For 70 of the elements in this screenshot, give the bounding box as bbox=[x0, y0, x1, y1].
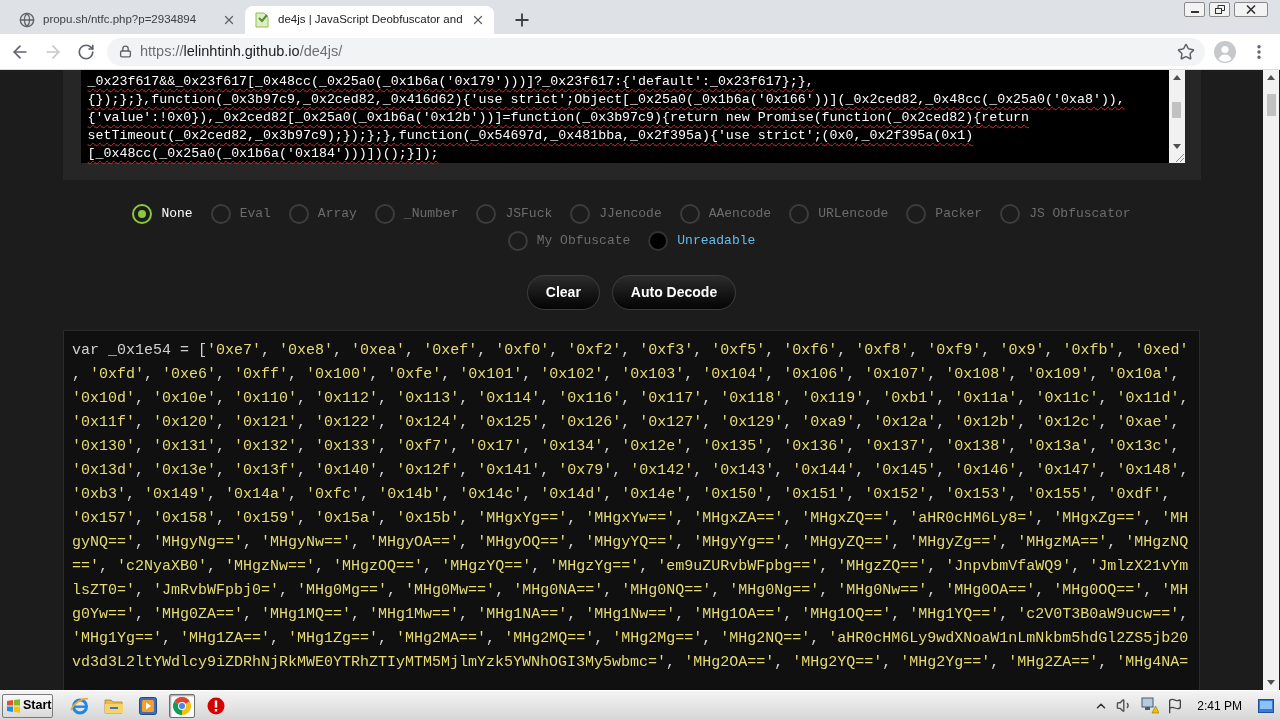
code-line: '0x10d', '0x10e', '0x110', '0x112', '0x113', '0x114', '0x116', '0x117', '0x118', '0x119', '0xb1', '0x11a', '0x11c', '0x11d', bbox=[72, 389, 1189, 409]
minimize-button[interactable] bbox=[1184, 2, 1205, 17]
code-line: '0x157', '0x158', '0x159', '0x15a', '0x15b', 'MHgxYg==', 'MHgxYw==', 'MHgxZA==', 'MHgxZQ==', 'aHR0cHM6Ly8=', 'MHgxZg==', 'MH bbox=[72, 509, 1189, 529]
address-bar[interactable]: https://lelinhtinh.github.io/de4js/ bbox=[107, 37, 1205, 66]
start-logo-icon bbox=[6, 698, 21, 713]
scroll-up-icon[interactable] bbox=[1267, 75, 1275, 80]
play-tile-icon bbox=[139, 696, 157, 715]
folder-icon bbox=[104, 696, 124, 715]
monitor-warning-icon[interactable] bbox=[1141, 697, 1160, 714]
taskbar-app-button[interactable] bbox=[169, 693, 195, 718]
scrollbar[interactable] bbox=[1263, 70, 1279, 690]
close-icon bbox=[1246, 5, 1256, 14]
clear-button[interactable]: Clear bbox=[526, 275, 600, 310]
restore-button[interactable] bbox=[1209, 2, 1230, 17]
url-text: https://lelinhtinh.github.io/de4js/ bbox=[140, 41, 343, 61]
code-line: lsZT0=', 'JmRvbWFpbj0=', 'MHg0Mg==', 'MHg0Mw==', 'MHg0NA==', 'MHg0NQ==', 'MHg0Ng==', 'MHg0Nw==', 'MHg0OA==', 'MHg0OQ==', 'MH bbox=[72, 581, 1189, 601]
close-tab-icon[interactable] bbox=[222, 13, 236, 27]
radio-option[interactable]: JS Obfuscator bbox=[1000, 204, 1131, 224]
radio-option[interactable]: JJencode bbox=[570, 204, 662, 224]
radio-option[interactable]: AAencode bbox=[679, 204, 772, 224]
close-button[interactable] bbox=[1234, 2, 1268, 17]
reload-icon[interactable] bbox=[77, 42, 95, 61]
scroll-thumb[interactable] bbox=[1172, 102, 1181, 118]
code-line: '0x13d', '0x13e', '0x13f', '0x140', '0x12f', '0x141', '0x79', '0x142', '0x143', '0x144', '0x145', '0x146', '0x147', '0x148', bbox=[72, 461, 1189, 481]
radio-option[interactable]: URLencode bbox=[789, 204, 889, 224]
e-logo-icon bbox=[70, 695, 90, 716]
radio-option[interactable]: Packer bbox=[906, 204, 983, 224]
bookmark-star-icon[interactable] bbox=[1177, 42, 1195, 61]
code-line: var _0x1e54 = ['0xe7', '0xe8', '0xea', '0xef', '0xf0', '0xf2', '0xf3', '0xf5', '0xf6', '0xf8', '0xf9', '0x9', '0xfb', '0xed' bbox=[72, 341, 1189, 361]
browser-tab[interactable]: de4js | JavaScript Deobfuscator and bbox=[245, 6, 494, 34]
clock-text: 2:41 PM bbox=[1197, 697, 1242, 715]
radio-option[interactable]: Eval bbox=[210, 204, 271, 224]
start-button[interactable]: Start bbox=[2, 693, 53, 718]
code-line: [_0x48cc(_0x25a0(_0x1b6a('0x184')))])();}]); bbox=[87, 145, 439, 163]
exclamation-circle-icon bbox=[207, 696, 225, 715]
code-line: gyNQ==', 'MHgyNg==', 'MHgyNw==', 'MHgyOA==', 'MHgyOQ==', 'MHgyYQ==', 'MHgyYg==', 'MHgyZQ==', 'MHgyZg==', 'MHgzMA==', 'MHgzNQ bbox=[72, 533, 1189, 553]
code-line: '0xb3', '0x149', '0x14a', '0xfc', '0x14b', '0x14c', '0x14d', '0x14e', '0x150', '0x151', '0x152', '0x153', '0x155', '0xdf', bbox=[72, 485, 1171, 505]
decode-button[interactable]: Auto Decode bbox=[611, 275, 737, 310]
wheel-logo-icon bbox=[173, 696, 191, 715]
code-line: , '0xfd', '0xe6', '0xff', '0x100', '0xfe', '0x101', '0x102', '0x103', '0x104', '0x106', '0x107', '0x108', '0x109', '0x10a', bbox=[72, 365, 1180, 385]
code-line: {'value':!0x0}),_0x2ced82[_0x25a0(_0x1b6a('0x12b'))]=function(_0x3b97c9){return new Promise(function(_0x2ced82){return bbox=[87, 109, 1030, 127]
scrollbar[interactable] bbox=[1168, 70, 1185, 163]
code-line: g0Yw==', 'MHg0ZA==', 'MHg1MQ==', 'MHg1Mw==', 'MHg1NA==', 'MHg1Nw==', 'MHg1OA==', 'MHg1OQ==', 'MHg1YQ==', 'c2V0T3B0aW9ucw==', bbox=[72, 605, 1189, 625]
code-line: 'MHg1Yg==', 'MHg1ZA==', 'MHg1Zg==', 'MHg2MA==', 'MHg2MQ==', 'MHg2Mg==', 'MHg2NQ==', 'aHR0cHM6Ly9wdXNoaW1nLmNkbm5hdGl2ZS5jb20 bbox=[72, 629, 1189, 649]
document-check-icon bbox=[254, 12, 270, 28]
desktop-icon[interactable] bbox=[1258, 698, 1274, 713]
scroll-up-icon[interactable] bbox=[1172, 75, 1181, 80]
code-input-field[interactable] bbox=[80, 70, 1185, 163]
radio-option[interactable]: None bbox=[132, 204, 193, 224]
code-line: {});};},function(_0x3b97c9,_0x2ced82,_0x416d62){'use strict';Object[_0x25a0(_0x1b6a('0x166'))](_0x2ced82,_0x48cc(_0x25a0('0xa8')), bbox=[87, 91, 1125, 109]
globe-icon bbox=[19, 12, 35, 28]
scroll-down-icon[interactable] bbox=[1172, 144, 1181, 149]
scroll-down-icon[interactable] bbox=[1267, 680, 1275, 685]
code-line: ==', 'c2NyaXB0', 'MHgzNw==', 'MHgzOQ==', 'MHgzYQ==', 'MHgzYg==', 'em9uZURvbWFpbg==', 'MHgzZQ==', 'JnpvbmVfaWQ9', 'JmlzX21vYm bbox=[72, 557, 1189, 577]
flag-icon[interactable] bbox=[1167, 697, 1184, 714]
radio-option[interactable]: My Obfuscate bbox=[507, 231, 631, 251]
restore-icon bbox=[1214, 5, 1225, 14]
browser-tab[interactable]: propu.sh/ntfc.php?p=2934894 bbox=[10, 6, 245, 34]
code-line: '0x11f', '0x120', '0x121', '0x122', '0x124', '0x125', '0x126', '0x127', '0x129', '0xa9', '0x12a', '0x12b', '0x12c', '0xae', bbox=[72, 413, 1180, 433]
code-line: setTimeout(_0x2ced82,_0x3b97c9);});};},function(_0x54697d,_0x481bba,_0x2f395a){'use strict';(0x0,_0x2f395a(0x1) bbox=[87, 127, 974, 145]
radio-option[interactable]: Array bbox=[288, 204, 357, 224]
scroll-thumb[interactable] bbox=[1266, 94, 1276, 116]
code-line: vd3d3L2ltYWdlcy9iZDRhNjRkMWE0YTRhZTIyMTM5MjlmYzk5YWNhOGI3My5wbmc=', 'MHg2OA==', 'MHg2YQ==', 'MHg2Yg==', 'MHg2ZA==', 'MHg4NA= bbox=[72, 653, 1189, 673]
code-line: '0x130', '0x131', '0x132', '0x133', '0xf7', '0x17', '0x134', '0x12e', '0x135', '0x136', '0x137', '0x138', '0x13a', '0x13c', bbox=[72, 437, 1180, 457]
radio-option[interactable]: JSFuck bbox=[476, 204, 553, 224]
lock-icon bbox=[119, 45, 132, 58]
radio-option[interactable]: _Number bbox=[374, 204, 459, 224]
code-line: _0x23f617&&_0x23f617[_0x48cc(_0x25a0(_0x1b6a('0x179')))]?_0x23f617:{'default':_0x23f617};}, bbox=[87, 73, 814, 91]
radio-option[interactable]: Unreadable bbox=[648, 231, 756, 251]
resize-grip-icon[interactable] bbox=[1174, 153, 1184, 162]
